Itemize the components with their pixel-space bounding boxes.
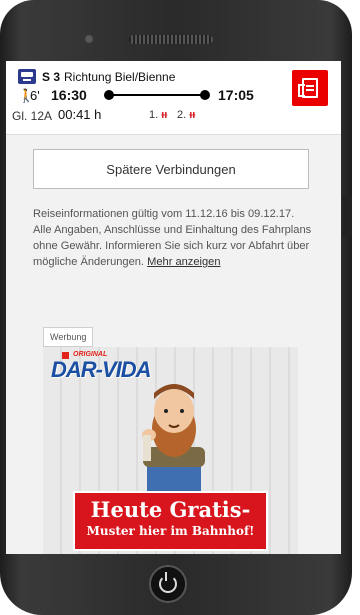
second-class-label: 2. [177, 109, 187, 121]
occupancy-icon: ᵻᵻ [161, 109, 168, 121]
advertisement[interactable]: ORIGINAL DAR-VIDA Heute Gratis- Muster h… [43, 347, 298, 554]
timeline-start-dot [104, 90, 114, 100]
platform: Gl. 12A [12, 109, 53, 123]
power-icon [159, 572, 177, 593]
journey-header[interactable]: S 3 Richtung Biel/Bienne 🚶 6' 16:30 17:0… [6, 61, 341, 135]
baker-illustration [142, 384, 205, 509]
speaker-grille [129, 35, 213, 44]
ticket-button[interactable] [292, 70, 328, 106]
departure-time: 16:30 [51, 87, 87, 103]
more-link[interactable]: Mehr anzeigen [147, 256, 220, 268]
ad-label: Werbung [43, 327, 94, 347]
home-button[interactable] [149, 565, 187, 603]
direction: Richtung Biel/Bienne [64, 70, 176, 84]
phone-frame: S 3 Richtung Biel/Bienne 🚶 6' 16:30 17:0… [0, 0, 352, 615]
first-class-label: 1. [149, 109, 159, 121]
side-button [343, 196, 352, 236]
later-connections-button[interactable]: Spätere Verbindungen [33, 149, 309, 189]
ticket-icon [298, 78, 318, 98]
timeline-line [109, 94, 205, 96]
occupancy-first-class: 1. ᵻᵻ [149, 109, 167, 121]
line-number: S 3 [42, 70, 61, 84]
ad-headline: Heute Gratis- [90, 497, 251, 522]
ad-subline: Muster hier im Bahnhof! [86, 524, 255, 538]
duration: 00:41 h [58, 107, 102, 122]
train-icon [18, 69, 36, 84]
ad-banner: Heute Gratis- Muster hier im Bahnhof! [73, 491, 268, 551]
arrival-time: 17:05 [218, 87, 254, 103]
occupancy-second-class: 2. ᵻᵻ [177, 109, 195, 121]
journey-timeline [104, 90, 210, 100]
walk-minutes: 6' [30, 88, 40, 103]
timeline-end-dot [200, 90, 210, 100]
camera [84, 34, 94, 44]
travel-info: Reiseinformationen gültig vom 11.12.16 b… [33, 206, 315, 270]
occupancy-icon: ᵻᵻ [189, 109, 196, 121]
app-screen: S 3 Richtung Biel/Bienne 🚶 6' 16:30 17:0… [6, 61, 341, 554]
